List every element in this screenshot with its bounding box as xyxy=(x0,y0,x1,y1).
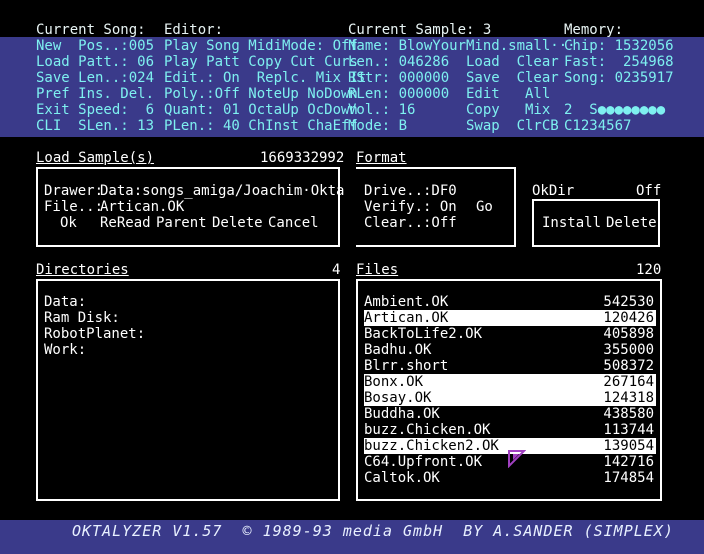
file-row[interactable]: Buddha.OK 438580 xyxy=(364,406,656,422)
file-size: 113744 xyxy=(603,422,654,438)
header-editor-col-row-6[interactable]: PLen.: 40 ChInst ChaEff xyxy=(164,118,358,134)
file-size: 405898 xyxy=(603,326,654,342)
directories-title: Directories xyxy=(36,262,129,278)
okdir-delete-button[interactable]: Delete xyxy=(606,215,657,231)
file-name: Ambient.OK xyxy=(364,294,449,310)
files-count: 120 xyxy=(636,262,662,278)
file-name: Buddha.OK xyxy=(364,406,440,422)
header-editor-col-row-5[interactable]: Quant: 01 OctaUp OcDown xyxy=(164,102,358,118)
header-memory-col-row-6[interactable]: C1234567 xyxy=(564,118,631,134)
header-sample-col-row-4[interactable]: RLen: 000000 Edit All xyxy=(348,86,550,102)
file-name: Artican.OK xyxy=(364,310,449,326)
file-row[interactable]: Ambient.OK 542530 xyxy=(364,294,656,310)
directory-item[interactable]: Work: xyxy=(44,342,86,358)
header-sample-col-row-5[interactable]: Vol.: 16 Copy Mix xyxy=(348,102,550,118)
header-sample-col-row-0: Current Sample: 3 xyxy=(348,22,492,38)
header-sample-col-row-1[interactable]: Name: BlowYourMind.small··· xyxy=(348,38,576,54)
header-editor-col-row-2[interactable]: Play Patt Copy Cut Curs xyxy=(164,54,358,70)
header-song-col-row-4[interactable]: Pref Ins. Del. xyxy=(36,86,154,102)
okdir-value[interactable]: Off xyxy=(636,183,661,199)
file-field[interactable]: Artican.OK xyxy=(100,199,184,215)
header-sample-col-row-3[interactable]: RStr: 000000 Save Clear xyxy=(348,70,559,86)
file-size: 174854 xyxy=(603,470,654,486)
file-name: Caltok.OK xyxy=(364,470,440,486)
header-song-col-row-5[interactable]: Exit Speed: 6 xyxy=(36,102,154,118)
file-size: 542530 xyxy=(603,294,654,310)
file-row[interactable]: Badhu.OK 355000 xyxy=(364,342,656,358)
file-row[interactable]: Bosay.OK 124318 xyxy=(364,390,656,406)
drawer-label: Drawer: xyxy=(44,183,104,199)
install-button[interactable]: Install xyxy=(542,215,601,231)
header-memory-col-row-3[interactable]: Song: 0235917 xyxy=(564,70,674,86)
drawer-field[interactable]: Data:songs_amiga/Joachim·Okta xyxy=(100,183,344,199)
file-name: Bosay.OK xyxy=(364,390,432,406)
format-drive[interactable]: Drive..:DF0 xyxy=(364,183,457,199)
file-name: buzz.Chicken2.OK xyxy=(364,438,499,454)
free-bytes: 1669332992 xyxy=(260,150,345,166)
file-row[interactable]: Bonx.OK 267164 xyxy=(364,374,656,390)
format-title: Format xyxy=(356,150,407,166)
directory-item[interactable]: Ram Disk: xyxy=(44,310,120,326)
header-memory-col-row-5[interactable]: 2 S●●●●●●●● xyxy=(564,102,665,118)
format-verify[interactable]: Verify.: On xyxy=(364,199,457,215)
file-row[interactable]: Artican.OK 120426 xyxy=(364,310,656,326)
cancel-button[interactable]: Cancel xyxy=(268,215,319,231)
file-row[interactable]: buzz.Chicken.OK 113744 xyxy=(364,422,656,438)
header-memory-col-row-2[interactable]: Fast: 254968 xyxy=(564,54,674,70)
directory-item[interactable]: Data: xyxy=(44,294,86,310)
file-size: 142716 xyxy=(603,454,654,470)
file-size: 139054 xyxy=(603,438,654,454)
file-label: File..: xyxy=(44,199,104,215)
okdir-label: OkDir xyxy=(532,183,575,199)
reread-button[interactable]: ReRead xyxy=(100,215,151,231)
file-name: C64.Upfront.OK xyxy=(364,454,483,470)
file-size: 355000 xyxy=(603,342,654,358)
file-size: 267164 xyxy=(603,374,654,390)
file-size: 124318 xyxy=(603,390,654,406)
file-name: buzz.Chicken.OK xyxy=(364,422,491,438)
parent-button[interactable]: Parent xyxy=(156,215,207,231)
file-name: Badhu.OK xyxy=(364,342,432,358)
header-song-col-row-0: Current Song: xyxy=(36,22,146,38)
load-sample-title: Load Sample(s) xyxy=(36,150,155,166)
header-song-col-row-2[interactable]: Load Patt.: 06 xyxy=(36,54,154,70)
file-size: 438580 xyxy=(603,406,654,422)
footer-credits: OKTALYZER V1.57 © 1989-93 media GmbH BY … xyxy=(72,522,674,540)
file-name: Bonx.OK xyxy=(364,374,424,390)
header-sample-col-row-2[interactable]: Len.: 046286 Load Clear xyxy=(348,54,559,70)
header-editor-col-row-3[interactable]: Edit.: On Replc. Mix It xyxy=(164,70,366,86)
header-song-col-row-6[interactable]: CLI SLen.: 13 xyxy=(36,118,154,134)
header-editor-col-row-4[interactable]: Poly.:Off NoteUp NoDown xyxy=(164,86,358,102)
file-row[interactable]: Blrr.short 508372 xyxy=(364,358,656,374)
file-size: 120426 xyxy=(603,310,654,326)
directories-count: 4 xyxy=(332,262,341,278)
file-row[interactable]: Caltok.OK 174854 xyxy=(364,470,656,486)
header-song-col-row-3[interactable]: Save Len..:024 xyxy=(36,70,154,86)
delete-button[interactable]: Delete xyxy=(212,215,263,231)
files-title: Files xyxy=(356,262,399,278)
header-sample-col-row-6[interactable]: Mode: B Swap ClrCB xyxy=(348,118,559,134)
footer-bar: OKTALYZER V1.57 © 1989-93 media GmbH BY … xyxy=(0,520,704,554)
file-name: BackToLife2.OK xyxy=(364,326,483,342)
format-clear[interactable]: Clear..:Off xyxy=(364,215,457,231)
ok-button[interactable]: Ok xyxy=(60,215,77,231)
directory-item[interactable]: RobotPlanet: xyxy=(44,326,145,342)
header-memory-col-row-0: Memory: xyxy=(564,22,624,38)
header-memory-col-row-1[interactable]: Chip: 1532056 xyxy=(564,38,674,54)
mouse-pointer-icon xyxy=(508,450,526,468)
format-go-button[interactable]: Go xyxy=(476,199,493,215)
file-size: 508372 xyxy=(603,358,654,374)
header-editor-col-row-1[interactable]: Play Song MidiMode: Off xyxy=(164,38,358,54)
file-row[interactable]: BackToLife2.OK 405898 xyxy=(364,326,656,342)
file-name: Blrr.short xyxy=(364,358,449,374)
header-song-col-row-1[interactable]: New Pos..:005 xyxy=(36,38,154,54)
header-editor-col-row-0: Editor: xyxy=(164,22,224,38)
